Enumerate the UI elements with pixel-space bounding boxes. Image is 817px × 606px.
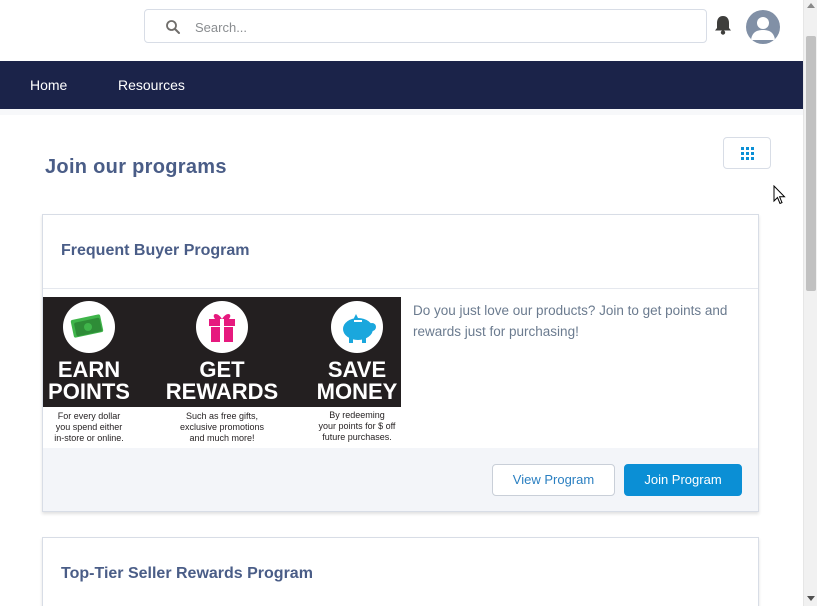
search-icon — [166, 20, 180, 34]
divider — [43, 288, 758, 289]
svg-text:POINTS: POINTS — [48, 379, 130, 404]
svg-text:REWARDS: REWARDS — [166, 379, 278, 404]
svg-text:your points for $ off: your points for $ off — [319, 421, 396, 431]
top-header — [0, 0, 803, 61]
main-navigation: Home Resources — [0, 61, 803, 109]
search-box[interactable] — [144, 9, 707, 43]
svg-text:By redeeming: By redeeming — [329, 410, 385, 420]
join-program-button[interactable]: Join Program — [624, 464, 742, 496]
svg-text:Such as free gifts,: Such as free gifts, — [186, 411, 258, 421]
vertical-scrollbar[interactable] — [803, 0, 817, 606]
svg-text:you spend either: you spend either — [56, 422, 123, 432]
page-title: Join our programs — [45, 156, 227, 178]
search-input[interactable] — [195, 16, 695, 38]
program-card-footer: View Program Join Program — [43, 448, 758, 511]
svg-text:For every dollar: For every dollar — [58, 411, 121, 421]
notifications-bell-icon[interactable] — [712, 14, 734, 36]
svg-text:in-store or online.: in-store or online. — [54, 433, 124, 443]
user-icon — [751, 17, 775, 40]
svg-text:MONEY: MONEY — [317, 379, 398, 404]
view-program-button[interactable]: View Program — [492, 464, 615, 496]
mouse-cursor-icon — [773, 185, 786, 205]
program-description: Do you just love our products? Join to g… — [413, 303, 728, 339]
program-title: Top-Tier Seller Rewards Program — [61, 565, 313, 582]
program-card: Top-Tier Seller Rewards Program — [42, 537, 759, 606]
scroll-up-arrow-icon[interactable] — [807, 3, 815, 8]
svg-text:exclusive promotions: exclusive promotions — [180, 422, 265, 432]
program-card: Frequent Buyer Program EARN POINTS For e… — [42, 214, 759, 512]
nav-resources[interactable]: Resources — [118, 61, 185, 109]
grid-icon — [741, 147, 754, 160]
scroll-down-arrow-icon[interactable] — [807, 596, 815, 601]
grid-view-button[interactable] — [723, 137, 771, 169]
scroll-thumb[interactable] — [806, 36, 816, 291]
nav-home[interactable]: Home — [30, 61, 67, 109]
program-title: Frequent Buyer Program — [61, 242, 250, 259]
program-promo-image: EARN POINTS For every dollar you spend e… — [43, 297, 401, 447]
user-avatar[interactable] — [746, 10, 780, 44]
svg-text:future purchases.: future purchases. — [322, 432, 392, 442]
svg-text:and much more!: and much more! — [189, 433, 254, 443]
